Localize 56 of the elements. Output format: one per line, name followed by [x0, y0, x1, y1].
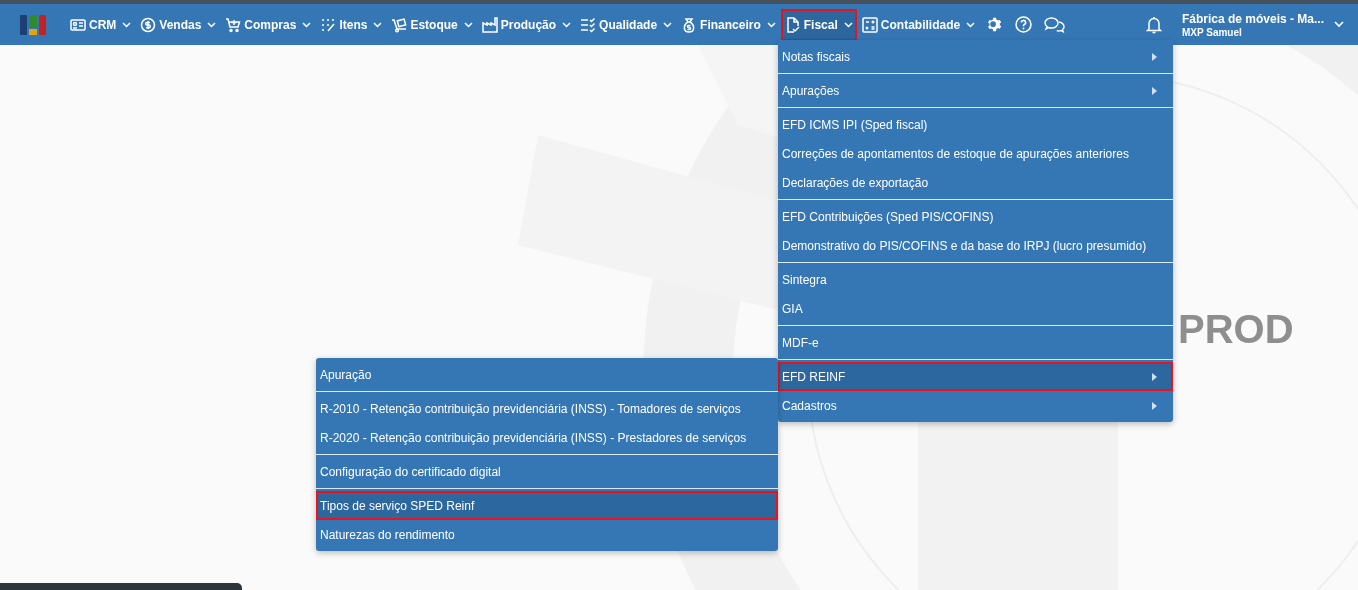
settings-icon[interactable]	[986, 16, 1004, 33]
company-name: Fábrica de móveis - Ma...	[1181, 11, 1324, 26]
menu-item[interactable]: Correções de apontamentos de estoque de apurações anteriores	[778, 139, 1173, 168]
help-icon[interactable]	[1015, 16, 1033, 33]
watermark-text: PROD	[1178, 307, 1294, 352]
menu-item[interactable]: GIA	[778, 294, 1173, 323]
chevron-down-icon	[766, 21, 776, 28]
menu-item[interactable]: EFD Contribuições (Sped PIS/COFINS)	[778, 202, 1173, 231]
logo-icon[interactable]	[20, 14, 46, 35]
nav-menu-item[interactable]: Vendas	[136, 8, 221, 41]
menu-item[interactable]: R-2020 - Retenção contribuição previdenciária (INSS) - Prestadores de serviços	[316, 423, 778, 452]
nav-menu-item[interactable]: Produção	[477, 8, 576, 41]
nav-menu-item[interactable]: Fiscal	[780, 8, 857, 41]
menu-item[interactable]: Naturezas do rendimento	[316, 520, 778, 549]
chevron-down-icon[interactable]	[1334, 21, 1344, 28]
menu-item[interactable]: Declarações de exportação	[778, 168, 1173, 197]
menu-item[interactable]: Apurações	[778, 76, 1173, 105]
hand-truck-icon	[391, 16, 408, 33]
nav-menu-item[interactable]: Financeiro	[677, 8, 780, 41]
menu-item[interactable]: EFD REINF	[778, 362, 1173, 391]
nav-menu-item[interactable]: Itens	[316, 8, 387, 41]
dollar-coin-icon	[140, 16, 157, 33]
chevron-down-icon	[463, 21, 473, 28]
factory-icon	[481, 16, 498, 33]
chevron-down-icon	[966, 21, 976, 28]
menu-item[interactable]: Demonstrativo do PIS/COFINS e da base do IRPJ (lucro presumido)	[778, 231, 1173, 260]
user-name: MXP Samuel	[1181, 26, 1243, 38]
nav-menu-item[interactable]: Qualidade	[576, 8, 677, 41]
cart-icon	[225, 16, 242, 33]
nav-menu-item[interactable]: Contabilidade	[857, 8, 980, 41]
menu-item[interactable]: Sintegra	[778, 265, 1173, 294]
chevron-down-icon	[122, 21, 132, 28]
menu-item[interactable]: Tipos de serviço SPED Reinf	[316, 491, 778, 520]
chevron-down-icon	[562, 21, 572, 28]
grid-icon	[320, 16, 337, 33]
nav-menu-item[interactable]: Compras	[221, 8, 316, 41]
chevron-down-icon	[663, 21, 673, 28]
calculator-icon	[861, 16, 878, 33]
menu-item[interactable]: EFD ICMS IPI (Sped fiscal)	[778, 110, 1173, 139]
checklist-icon	[580, 16, 597, 33]
nav-menu-item[interactable]: CRM	[66, 8, 136, 41]
chevron-down-icon	[302, 21, 312, 28]
notification-bell-icon[interactable]	[1145, 15, 1162, 34]
document-icon	[784, 16, 801, 33]
chevron-down-icon	[207, 21, 217, 28]
menu-item[interactable]: MDF-e	[778, 328, 1173, 357]
menu-item[interactable]: Configuração do certificado digital	[316, 457, 778, 486]
menu-item[interactable]: Apuração	[316, 360, 778, 389]
chevron-down-icon	[373, 21, 383, 28]
menu-item[interactable]: R-2010 - Retenção contribuição previdenciária (INSS) - Tomadores de serviços	[316, 394, 778, 423]
menu-item[interactable]: Cadastros	[778, 391, 1173, 420]
menu-item[interactable]: Notas fiscais	[778, 42, 1173, 71]
id-card-icon	[70, 16, 86, 33]
chat-icon[interactable]	[1044, 16, 1066, 33]
chevron-down-icon	[843, 21, 853, 28]
nav-menu-item[interactable]: Estoque	[387, 8, 477, 41]
